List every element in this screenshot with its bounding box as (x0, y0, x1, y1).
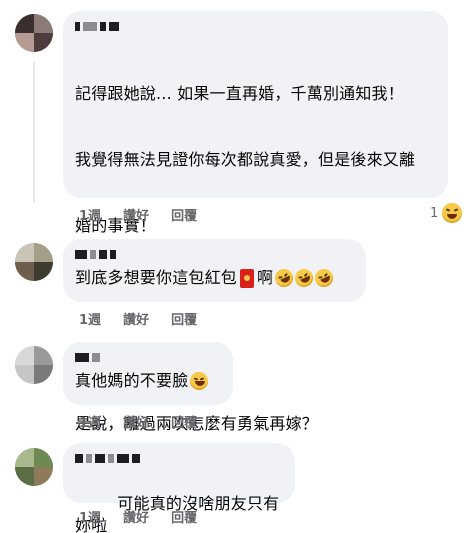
reply-button[interactable]: 回覆 (171, 412, 197, 431)
comment-text: 真他媽的不要臉 (75, 370, 221, 392)
like-button[interactable]: 讚好 (123, 412, 149, 431)
timestamp-link[interactable]: 1週 (79, 507, 101, 526)
rofl-emoji-icon (292, 266, 317, 290)
comment-text-suffix: 啊 (257, 268, 274, 287)
author-name-pixelated[interactable] (75, 451, 283, 465)
avatar[interactable] (15, 14, 53, 52)
reaction-count: 1 (430, 205, 439, 221)
reply-button[interactable]: 回覆 (171, 507, 197, 526)
like-button[interactable]: 讚好 (123, 309, 149, 328)
comment-actions: 1週 讚好 回覆 (79, 309, 197, 328)
author-name-pixelated[interactable] (75, 19, 436, 33)
reply-button[interactable]: 回覆 (171, 309, 197, 328)
avatar[interactable] (15, 346, 53, 384)
rofl-emoji-icon (312, 266, 337, 290)
timestamp-link[interactable]: 1週 (79, 412, 101, 431)
comment-text-main: 到底多想要你這包紅包 (75, 268, 238, 287)
rofl-emoji-icon (272, 266, 297, 290)
comment-line: 我覺得無法見證你每次都說真愛，但是後來又離 (75, 150, 416, 169)
author-name-pixelated[interactable] (75, 247, 354, 261)
red-envelope-icon (240, 268, 255, 288)
comment-text: 到底多想要你這包紅包 啊 (75, 266, 354, 290)
comment-actions: 1週 讚好 回覆 (79, 205, 197, 224)
comment-actions: 1週 讚好 回覆 (79, 412, 197, 431)
comment-bubble: 記得跟她說... 如果一直再婚，千萬別通知我！ 我覺得無法見證你每次都說真愛，但… (63, 11, 448, 499)
thread-connector-line (33, 62, 35, 202)
comment-text-main: 真他媽的不要臉 (75, 371, 189, 390)
comment-bubble: 可能真的沒啥朋友只有妳啦 (63, 443, 295, 533)
comment-bubble: 到底多想要你這包紅包 啊 (63, 239, 366, 302)
laughing-emoji-icon (442, 203, 463, 223)
author-name-pixelated[interactable] (75, 350, 221, 364)
timestamp-link[interactable]: 1週 (79, 205, 101, 224)
comment-thread: 記得跟她說... 如果一直再婚，千萬別通知我！ 我覺得無法見證你每次都說真愛，但… (0, 0, 474, 533)
reply-button[interactable]: 回覆 (171, 205, 197, 224)
avatar[interactable] (15, 243, 53, 281)
avatar[interactable] (15, 448, 53, 486)
like-button[interactable]: 讚好 (123, 507, 149, 526)
comment-line: 記得跟她說... 如果一直再婚，千萬別通知我！ (75, 84, 404, 103)
like-button[interactable]: 讚好 (123, 205, 149, 224)
comment-bubble: 真他媽的不要臉 (63, 342, 233, 405)
reaction-summary[interactable]: 1 (430, 203, 463, 223)
timestamp-link[interactable]: 1週 (79, 309, 101, 328)
grinning-squinting-emoji-icon (190, 372, 209, 390)
comment-actions: 1週 讚好 回覆 (79, 507, 197, 526)
